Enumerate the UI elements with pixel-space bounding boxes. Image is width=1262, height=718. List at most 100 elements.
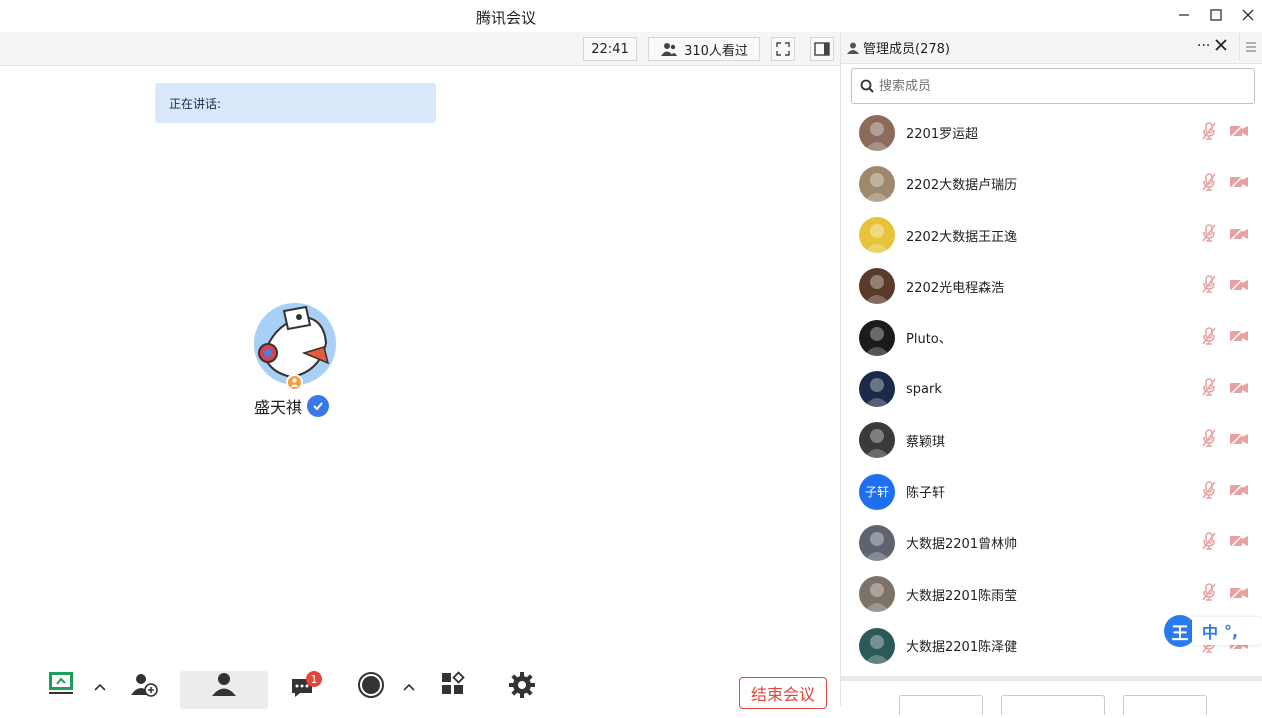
- mic-muted-icon[interactable]: [1201, 224, 1217, 246]
- member-avatar: [859, 627, 895, 664]
- unmute-all-button[interactable]: [1001, 695, 1105, 715]
- member-avatar: [859, 114, 895, 151]
- camera-off-icon[interactable]: [1229, 533, 1249, 552]
- record-button[interactable]: [357, 671, 385, 707]
- meeting-toolbar: 22:41 310人看过: [0, 32, 840, 66]
- mic-muted-icon[interactable]: [1201, 583, 1217, 605]
- member-name: 大数据2201陈雨莹: [906, 588, 1018, 604]
- mic-muted-icon[interactable]: [1201, 480, 1217, 503]
- member-name: 2201罗运超: [906, 127, 979, 142]
- member-name: 大数据2201曾林帅: [906, 537, 1018, 553]
- mic-muted-icon[interactable]: [1201, 173, 1217, 195]
- camera-off-icon[interactable]: [1229, 482, 1249, 501]
- more-options-button[interactable]: ···: [1197, 38, 1210, 54]
- close-icon: [1242, 9, 1254, 21]
- minimize-icon: [1179, 14, 1189, 16]
- mic-muted-icon[interactable]: [1201, 378, 1217, 400]
- member-row[interactable]: spark: [841, 364, 1262, 415]
- invite-user-icon: [131, 674, 158, 697]
- member-row[interactable]: 2201罗运超: [841, 112, 1262, 158]
- gear-icon: [509, 672, 535, 698]
- member-search[interactable]: [851, 68, 1255, 104]
- apps-button[interactable]: [440, 671, 466, 707]
- invite-button[interactable]: [130, 671, 158, 707]
- fullscreen-button[interactable]: [771, 37, 795, 61]
- viewers-button[interactable]: 310人看过: [648, 37, 760, 61]
- member-name: 2202光电程森浩: [906, 280, 1005, 296]
- panel-footer: [841, 676, 1262, 715]
- member-avatar: [859, 524, 895, 561]
- ime-toolbar[interactable]: 王 中 °,: [1164, 614, 1262, 648]
- speaker-avatar: [254, 303, 336, 385]
- camera-off-icon[interactable]: [1229, 226, 1249, 245]
- camera-off-icon[interactable]: [1229, 123, 1249, 142]
- layout-button[interactable]: [810, 37, 834, 61]
- member-avatar: [859, 576, 895, 613]
- member-name: 2202大数据卢瑞历: [906, 178, 1018, 194]
- panel-close-button[interactable]: [1215, 37, 1227, 55]
- camera-off-icon[interactable]: [1229, 328, 1249, 347]
- viewers-count: 310人看过: [684, 43, 748, 59]
- title-bar: 腾讯会议: [0, 0, 1262, 32]
- search-input[interactable]: [879, 78, 1219, 94]
- record-options-chevron[interactable]: [403, 682, 415, 718]
- mic-muted-icon[interactable]: [1201, 429, 1217, 451]
- close-button[interactable]: [1234, 4, 1262, 26]
- member-row[interactable]: 子轩 陈子轩: [841, 466, 1262, 517]
- maximize-button[interactable]: [1202, 4, 1230, 26]
- panel-header: 管理成员(278) ···: [841, 32, 1262, 64]
- record-icon: [358, 672, 384, 698]
- svg-text:1: 1: [311, 673, 318, 686]
- share-options-chevron[interactable]: [94, 682, 106, 718]
- mic-muted-icon[interactable]: [1201, 326, 1217, 349]
- member-avatar-text: 子轩: [864, 485, 889, 500]
- camera-off-icon[interactable]: [1229, 585, 1249, 604]
- mic-muted-icon[interactable]: [1201, 121, 1217, 144]
- ime-mode[interactable]: 中: [1202, 619, 1218, 643]
- bottom-toolbar: 1: [0, 668, 840, 709]
- member-name: 2202大数据王正逸: [906, 229, 1018, 245]
- close-icon: [1215, 39, 1227, 51]
- more-button[interactable]: [1123, 695, 1207, 715]
- people-icon: [661, 43, 678, 56]
- member-row[interactable]: 2202光电程森浩: [841, 261, 1262, 312]
- member-name: spark: [906, 381, 942, 397]
- panel-menu-button[interactable]: [1239, 34, 1261, 60]
- mic-muted-icon[interactable]: [1201, 275, 1217, 297]
- sidebar-layout-icon: [814, 42, 830, 56]
- member-row[interactable]: Pluto、: [841, 312, 1262, 363]
- member-name: 蔡颖琪: [906, 434, 946, 450]
- member-avatar: 子轩: [859, 473, 895, 510]
- member-avatar: [859, 371, 895, 407]
- manage-members-button[interactable]: [210, 671, 238, 707]
- camera-off-icon[interactable]: [1229, 431, 1249, 450]
- member-row[interactable]: 大数据2201陈雨莹: [841, 569, 1262, 620]
- camera-off-icon[interactable]: [1229, 174, 1249, 193]
- mute-all-button[interactable]: [899, 695, 983, 715]
- share-screen-icon: [49, 672, 73, 694]
- search-icon: [860, 79, 874, 93]
- member-row[interactable]: 蔡颖琪: [841, 415, 1262, 466]
- fullscreen-icon: [776, 42, 790, 56]
- member-row[interactable]: 大数据2201曾林帅: [841, 517, 1262, 568]
- members-panel: 管理成员(278) ··· 2201罗运超 2202大数据卢瑞历 2202大数据王正…: [840, 32, 1262, 715]
- member-row[interactable]: 2202大数据王正逸: [841, 210, 1262, 261]
- minimize-button[interactable]: [1170, 4, 1198, 26]
- speaker-label: 盛天祺: [254, 394, 330, 418]
- chat-button[interactable]: 1: [290, 671, 322, 707]
- member-avatar: [859, 319, 895, 356]
- camera-off-icon[interactable]: [1229, 277, 1249, 296]
- member-row[interactable]: 2202大数据卢瑞历: [841, 158, 1262, 209]
- verified-icon: [307, 395, 330, 417]
- settings-button[interactable]: [508, 671, 536, 707]
- ime-status[interactable]: 中 °,: [1192, 617, 1262, 645]
- panel-title: 管理成员(278): [863, 42, 950, 57]
- chevron-up-icon: [403, 683, 415, 691]
- camera-off-icon[interactable]: [1229, 380, 1249, 399]
- member-avatar: [859, 217, 895, 254]
- member-avatar: [859, 422, 895, 459]
- end-meeting-button[interactable]: 结束会议: [739, 677, 827, 709]
- mic-muted-icon[interactable]: [1201, 532, 1217, 554]
- ime-punct[interactable]: °,: [1224, 622, 1238, 641]
- share-screen-button[interactable]: [47, 671, 75, 707]
